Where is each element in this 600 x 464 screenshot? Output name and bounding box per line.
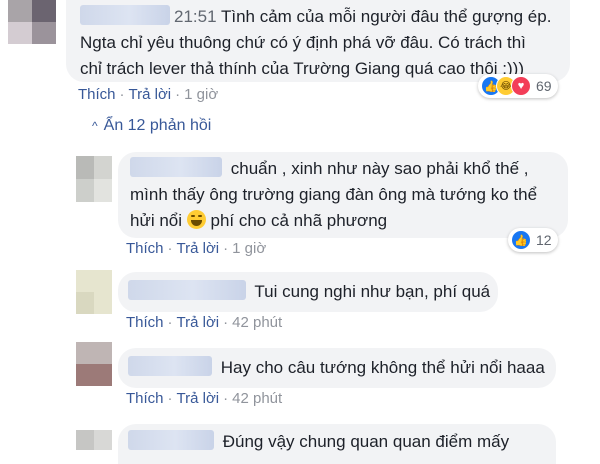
reply-link[interactable]: Trả lời: [177, 390, 220, 407]
like-link[interactable]: Thích: [126, 314, 164, 331]
reply-text: mình thấy ông trường giang đàn ông mà tư…: [130, 185, 538, 204]
reply-actions: Thích · Trả lời · 1 giờ: [126, 240, 267, 257]
reply-text: Tui cung nghi như bạn, phí quá: [254, 282, 491, 301]
hide-replies-label: Ẩn 12 phản hồi: [103, 117, 212, 134]
reply-link[interactable]: Trả lời: [177, 240, 220, 257]
reply-actions: Thích · Trả lời · 42 phút: [126, 390, 283, 407]
avatar[interactable]: [76, 270, 112, 314]
reply-line: Hay cho câu tướng không thể hửi nổi haaa: [128, 355, 556, 381]
replier-name[interactable]: [128, 280, 246, 300]
like-reaction-icon: 👍: [511, 230, 531, 250]
replier-name[interactable]: [128, 430, 214, 450]
comment-line: 21:51 Tình cảm của mỗi người đâu thể gượ…: [80, 4, 570, 30]
reaction-count: 69: [536, 78, 552, 94]
comment-text: Tình cảm của mỗi người đâu thể gượng ép.: [220, 7, 552, 26]
reply-line: chuẩn , xinh như này sao phải khổ thế ,: [130, 156, 568, 182]
timestamp[interactable]: 42 phút: [232, 390, 282, 407]
avatar[interactable]: [76, 342, 112, 386]
reply-line: Đúng vậy chung quan quan điểm mấy: [128, 429, 556, 455]
like-link[interactable]: Thích: [126, 240, 164, 257]
like-link[interactable]: Thích: [126, 390, 164, 407]
timestamp[interactable]: 1 giờ: [232, 240, 266, 257]
reply-link[interactable]: Trả lời: [177, 314, 220, 331]
reply-bubble: Hay cho câu tướng không thể hửi nổi haaa: [118, 348, 556, 388]
reply-text: phí cho cả nhã phương: [210, 211, 388, 230]
reply-link[interactable]: Trả lời: [129, 86, 172, 103]
timestamp[interactable]: 1 giờ: [184, 86, 218, 103]
love-reaction-icon: ♥: [511, 76, 531, 96]
avatar[interactable]: [76, 430, 112, 450]
comment-text: Ngta chỉ yêu thuông chứ có ý định phá vỡ…: [80, 33, 526, 52]
replier-name[interactable]: [128, 356, 212, 376]
commenter-name[interactable]: [80, 5, 170, 25]
comment-time: 21:51: [174, 7, 217, 26]
reply-text: Hay cho câu tướng không thể hửi nổi haaa: [220, 358, 545, 377]
reply-text: Đúng vậy chung quan quan điểm mấy: [222, 432, 510, 451]
reply-line: Tui cung nghi như bạn, phí quá: [128, 279, 498, 305]
reply-bubble: Tui cung nghi như bạn, phí quá: [118, 272, 498, 312]
comment-bubble: 21:51 Tình cảm của mỗi người đâu thể gượ…: [66, 0, 570, 82]
hide-replies-link[interactable]: ^ Ẩn 12 phản hồi: [92, 117, 211, 135]
reply-actions: Thích · Trả lời · 42 phút: [126, 314, 283, 331]
like-link[interactable]: Thích: [78, 86, 116, 103]
reply-text: chuẩn , xinh như này sao phải khổ thế ,: [230, 159, 529, 178]
comment-actions: Thích · Trả lời · 1 giờ: [78, 86, 219, 103]
reply-bubble: Đúng vậy chung quan quan điểm mấy: [118, 424, 556, 464]
laughing-emoji-icon: [186, 210, 206, 229]
reply-text: hửi nổi: [130, 211, 183, 230]
avatar[interactable]: [76, 156, 112, 202]
reaction-summary[interactable]: 👍 😂 ♥ 69: [478, 74, 558, 98]
reaction-count: 12: [536, 232, 552, 248]
timestamp[interactable]: 42 phút: [232, 314, 282, 331]
reaction-summary[interactable]: 👍 12: [508, 228, 558, 252]
avatar[interactable]: [8, 0, 56, 44]
reply-bubble: chuẩn , xinh như này sao phải khổ thế , …: [118, 152, 568, 238]
replier-name[interactable]: [130, 157, 222, 177]
reply-line: hửi nổi phí cho cả nhã phương: [130, 208, 568, 234]
chevron-up-icon: ^: [92, 119, 98, 133]
